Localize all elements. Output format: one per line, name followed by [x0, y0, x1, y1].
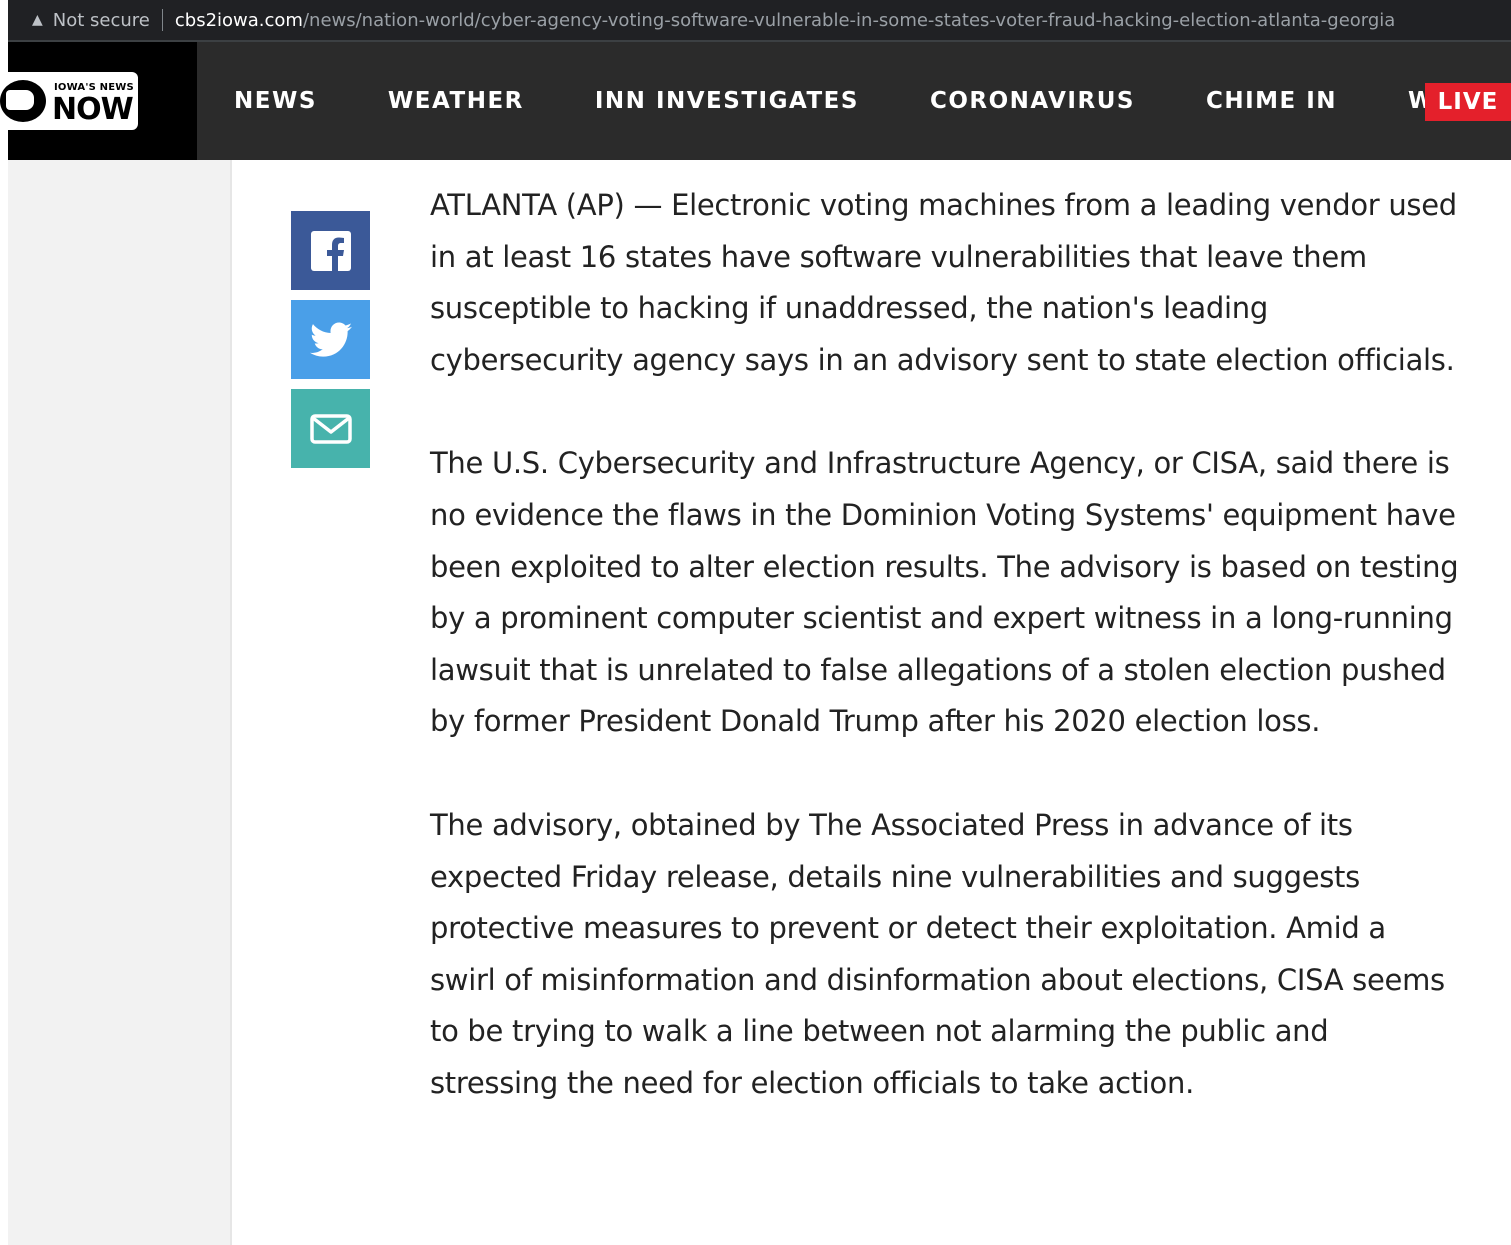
security-label[interactable]: Not secure [53, 10, 150, 31]
site-header: IOWA'S NEWS NOW NEWS WEATHER INN INVESTI… [0, 42, 1511, 160]
main-nav: NEWS WEATHER INN INVESTIGATES CORONAVIRU… [234, 42, 1508, 160]
article-paragraph: The advisory, obtained by The Associated… [430, 807, 1445, 1100]
facebook-icon [310, 230, 351, 271]
left-sidebar [8, 160, 230, 1245]
twitter-icon [309, 322, 352, 357]
logo-wordmark: NOW [52, 92, 134, 127]
logo-link[interactable]: IOWA'S NEWS NOW [0, 42, 197, 160]
twitter-share-button[interactable] [291, 300, 370, 379]
facebook-share-button[interactable] [291, 211, 370, 290]
article-paragraph: ATLANTA (AP) — Electronic voting machine… [430, 188, 1457, 377]
warning-icon[interactable]: ▲ [32, 12, 43, 28]
address-bar[interactable]: ▲ Not secure cbs2iowa.com/news/nation-wo… [8, 0, 1511, 40]
nav-inn-investigates[interactable]: INN INVESTIGATES [595, 88, 859, 114]
url-path[interactable]: /news/nation-world/cyber-agency-voting-s… [303, 10, 1395, 31]
email-share-button[interactable] [291, 389, 370, 468]
sidebar-border [230, 160, 232, 1245]
address-separator [161, 9, 163, 31]
nav-chime-in[interactable]: CHIME IN [1206, 88, 1337, 114]
article-paragraph: The U.S. Cybersecurity and Infrastructur… [430, 446, 1459, 739]
email-icon [309, 413, 352, 444]
url-domain[interactable]: cbs2iowa.com [175, 10, 303, 31]
iowa-state-icon [0, 80, 46, 122]
site-logo[interactable]: IOWA'S NEWS NOW [0, 72, 138, 130]
nav-news[interactable]: NEWS [234, 88, 317, 114]
live-button[interactable]: LIVE [1425, 83, 1511, 121]
nav-coronavirus[interactable]: CORONAVIRUS [930, 88, 1135, 114]
nav-weather[interactable]: WEATHER [388, 88, 524, 114]
article-body: ATLANTA (AP) — Electronic voting machine… [430, 180, 1460, 1162]
